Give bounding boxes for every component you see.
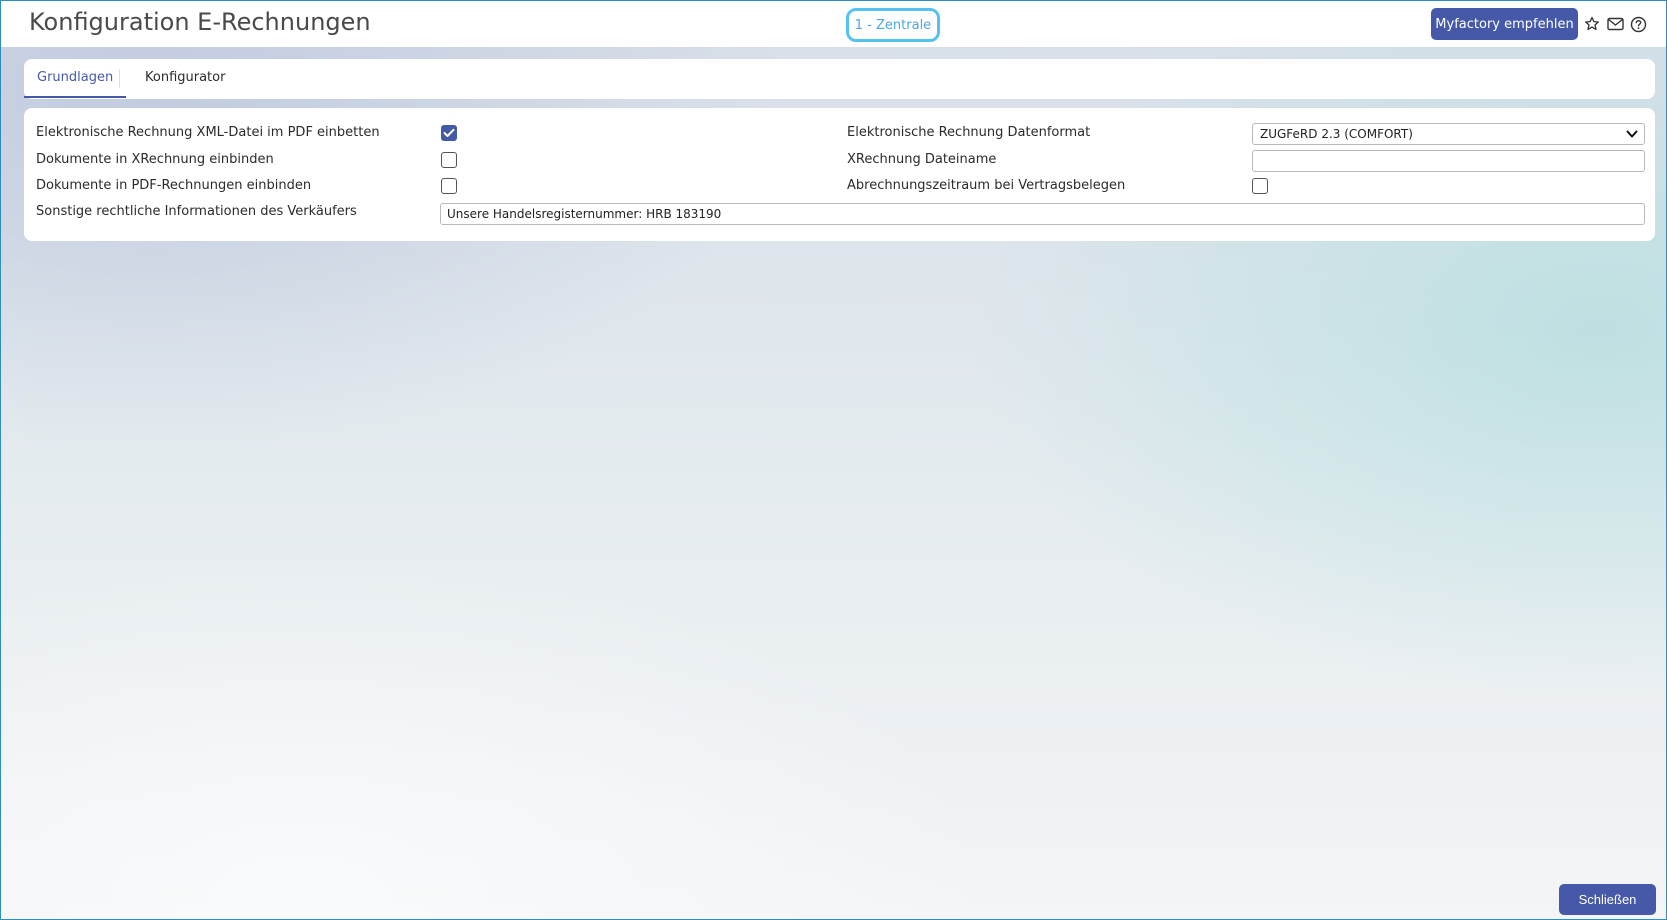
tab-divider (119, 69, 120, 88)
xrechnung-documents-label: Dokumente in XRechnung einbinden (36, 152, 274, 167)
xml-embed-checkbox[interactable] (441, 125, 457, 141)
recommend-button[interactable]: Myfactory empfehlen (1431, 8, 1578, 40)
settings-form: Elektronische Rechnung XML-Datei im PDF … (24, 108, 1655, 241)
star-icon[interactable] (1583, 15, 1601, 33)
help-icon[interactable] (1629, 15, 1647, 33)
close-button[interactable]: Schließen (1559, 884, 1656, 915)
mail-icon[interactable] (1606, 15, 1624, 33)
filename-label: XRechnung Dateiname (847, 152, 997, 167)
tab-grundlagen[interactable]: Grundlagen (24, 59, 127, 98)
checkmark-icon (443, 128, 455, 137)
top-bar: Konfiguration E-Rechnungen 1 - Zentrale … (1, 1, 1666, 47)
pdf-documents-checkbox[interactable] (441, 178, 457, 194)
page-title: Konfiguration E-Rechnungen (29, 8, 371, 36)
billing-period-label: Abrechnungszeitraum bei Vertragsbelegen (847, 178, 1126, 193)
data-format-select[interactable]: ZUGFeRD 2.3 (COMFORT) (1252, 123, 1645, 145)
data-format-value: ZUGFeRD 2.3 (COMFORT) (1260, 127, 1413, 141)
tab-bar: Grundlagen Konfigurator (24, 59, 1655, 99)
xml-embed-label: Elektronische Rechnung XML-Datei im PDF … (36, 125, 380, 140)
billing-period-checkbox[interactable] (1252, 178, 1268, 194)
pdf-documents-label: Dokumente in PDF-Rechnungen einbinden (36, 178, 312, 193)
xrechnung-documents-checkbox[interactable] (441, 152, 457, 168)
tab-konfigurator[interactable]: Konfigurator (132, 59, 238, 98)
seller-info-input[interactable]: Unsere Handelsregisternummer: HRB 183190 (440, 203, 1645, 225)
filename-input[interactable] (1252, 150, 1645, 172)
seller-info-label: Sonstige rechtliche Informationen des Ve… (36, 204, 357, 219)
client-badge[interactable]: 1 - Zentrale (846, 8, 940, 42)
data-format-label: Elektronische Rechnung Datenformat (847, 125, 1091, 140)
chevron-down-icon (1626, 130, 1638, 138)
